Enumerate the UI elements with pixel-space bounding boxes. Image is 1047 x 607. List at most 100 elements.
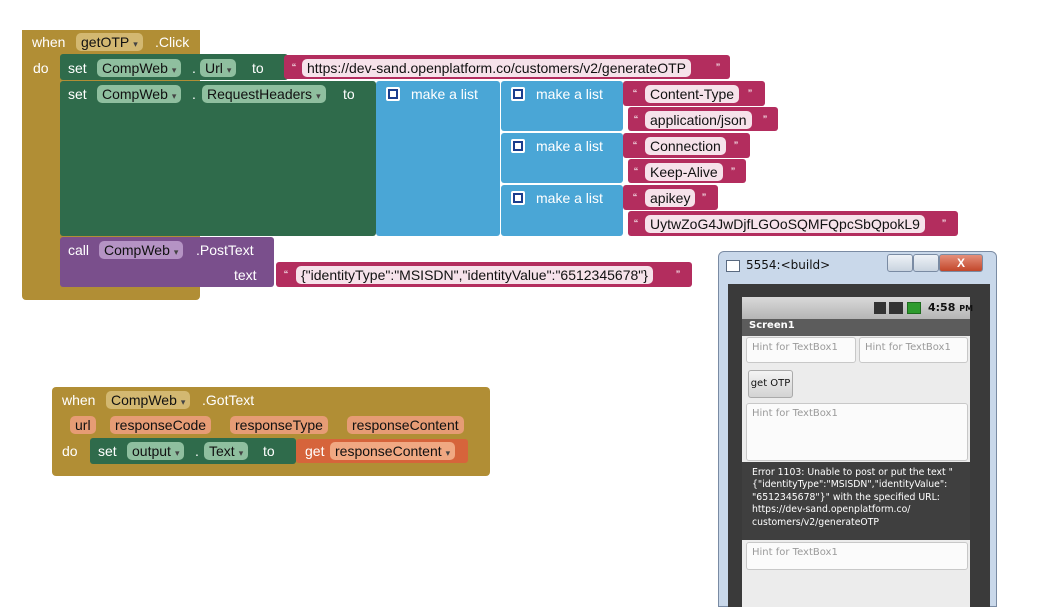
dot-separator: . [195, 443, 199, 459]
status-time-value: 4:58 [928, 301, 956, 314]
event-param-responsecode[interactable]: responseCode [110, 416, 212, 434]
event-name: .Click [155, 34, 190, 50]
string-field[interactable]: UytwZoG4JwDjfLGOoSQMFQpcSbQpokL9 [645, 215, 925, 233]
to-keyword: to [263, 443, 275, 459]
string-field[interactable]: Content-Type [645, 85, 740, 103]
call-keyword: call [68, 242, 90, 258]
open-quote: “ [633, 139, 637, 153]
string-field[interactable]: apikey [645, 189, 696, 207]
dropdown-arrow-icon: ▾ [133, 39, 138, 49]
url-string-field[interactable]: https://dev-sand.openplatform.co/custome… [302, 59, 691, 77]
dot-separator: . [192, 86, 196, 102]
make-list-label: make a list [536, 138, 603, 154]
string-field[interactable]: Connection [645, 137, 726, 155]
mutator-gear-icon[interactable] [511, 139, 525, 153]
setter-component-dropdown[interactable]: CompWeb ▾ [97, 59, 182, 77]
to-keyword: to [343, 86, 355, 102]
close-quote: ” [676, 268, 680, 282]
textbox-4[interactable]: Hint for TextBox1 [746, 542, 968, 570]
set-requestheaders-block[interactable] [60, 81, 376, 236]
get-variable-dropdown[interactable]: responseContent ▾ [330, 442, 456, 460]
setter-property-label: Text [209, 443, 235, 459]
set-keyword: set [68, 60, 87, 76]
event-param-responsecontent[interactable]: responseContent [347, 416, 464, 434]
set-keyword: set [98, 443, 117, 459]
emulator-app-icon [726, 260, 740, 272]
open-quote: “ [634, 217, 638, 231]
dropdown-arrow-icon: ▾ [226, 65, 232, 75]
event-param-url[interactable]: url [70, 416, 96, 434]
textbox-3[interactable]: Hint for TextBox1 [746, 403, 968, 461]
call-component-dropdown[interactable]: CompWeb ▾ [99, 241, 184, 259]
dropdown-arrow-icon: ▾ [238, 448, 244, 458]
when-keyword: when [32, 34, 66, 50]
mutator-gear-icon[interactable] [511, 87, 525, 101]
text-arg-label: text [234, 267, 257, 283]
event-component-dropdown[interactable]: getOTP ▾ [76, 33, 143, 51]
close-quote: ” [748, 87, 752, 101]
battery-icon [907, 302, 921, 314]
network-3g-icon [874, 302, 886, 314]
minimize-button[interactable] [887, 254, 913, 272]
open-quote: “ [634, 113, 638, 127]
screen-title: Screen1 [749, 320, 795, 331]
do-keyword: do [33, 60, 49, 76]
open-quote: “ [292, 61, 296, 75]
open-quote: “ [284, 268, 288, 282]
get-keyword: get [305, 443, 325, 459]
event-param-responsetype[interactable]: responseType [230, 416, 328, 434]
setter-component-label: CompWeb [102, 60, 168, 76]
setter-property-label: Url [205, 60, 223, 76]
set-keyword: set [68, 86, 87, 102]
string-field[interactable]: Keep-Alive [645, 163, 723, 181]
dropdown-arrow-icon: ▾ [316, 91, 321, 101]
setter-property-dropdown[interactable]: RequestHeaders ▾ [202, 85, 326, 103]
to-keyword: to [252, 60, 264, 76]
make-list-label: make a list [411, 86, 478, 102]
when-keyword: when [62, 392, 96, 408]
dropdown-arrow-icon: ▾ [180, 397, 186, 407]
emulator-title: 5554:<build> [746, 258, 831, 272]
event-component-label: getOTP [81, 34, 130, 50]
mutator-gear-icon[interactable] [386, 87, 400, 101]
get-variable-label: responseContent [335, 443, 442, 459]
event-component-label: CompWeb [111, 392, 177, 408]
string-field[interactable]: application/json [645, 111, 752, 129]
posttext-string-field[interactable]: {"identityType":"MSISDN","identityValue"… [296, 266, 653, 284]
setter-component-dropdown[interactable]: output ▾ [127, 442, 185, 460]
maximize-button[interactable] [913, 254, 939, 272]
status-time: 4:58 PM [928, 301, 973, 314]
close-quote: ” [716, 61, 720, 75]
close-quote: ” [942, 217, 946, 231]
dropdown-arrow-icon: ▾ [173, 247, 179, 257]
open-quote: “ [634, 165, 638, 179]
setter-component-label: CompWeb [102, 86, 168, 102]
setter-component-label: output [132, 443, 171, 459]
make-list-label: make a list [536, 86, 603, 102]
dropdown-arrow-icon: ▾ [445, 448, 451, 458]
textbox-1[interactable]: Hint for TextBox1 [746, 337, 856, 363]
setter-property-dropdown[interactable]: Text ▾ [204, 442, 249, 460]
setter-property-label: RequestHeaders [207, 86, 313, 102]
make-list-label: make a list [536, 190, 603, 206]
open-quote: “ [633, 191, 637, 205]
error-message: Error 1103: Unable to post or put the te… [752, 467, 953, 528]
textbox-2[interactable]: Hint for TextBox1 [859, 337, 968, 363]
event-component-dropdown[interactable]: CompWeb ▾ [106, 391, 191, 409]
close-quote: ” [702, 191, 706, 205]
call-method-name: .PostText [196, 242, 254, 258]
dropdown-arrow-icon: ▾ [171, 91, 177, 101]
open-quote: “ [633, 87, 637, 101]
get-otp-button[interactable]: get OTP [748, 370, 793, 398]
call-component-label: CompWeb [104, 242, 170, 258]
make-list-outer-block[interactable] [376, 81, 500, 236]
signal-icon [889, 302, 903, 314]
status-time-ampm: PM [959, 304, 974, 313]
mutator-gear-icon[interactable] [511, 191, 525, 205]
close-button[interactable]: X [939, 254, 983, 272]
setter-property-dropdown[interactable]: Url ▾ [200, 59, 237, 77]
close-quote: ” [763, 113, 767, 127]
setter-component-dropdown[interactable]: CompWeb ▾ [97, 85, 182, 103]
event-name: .GotText [202, 392, 255, 408]
do-keyword: do [62, 443, 78, 459]
